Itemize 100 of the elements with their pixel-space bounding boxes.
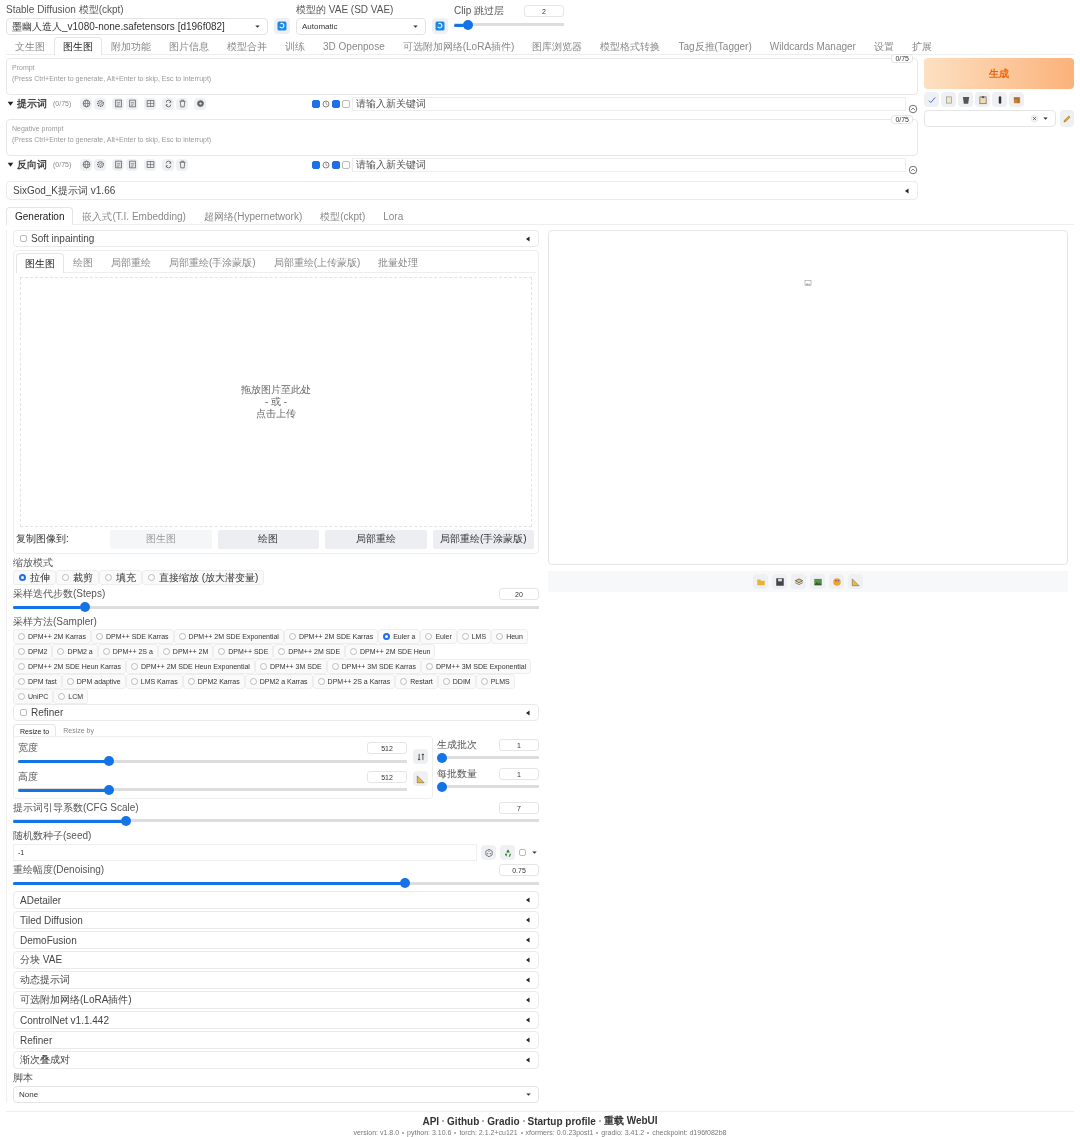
checkbox[interactable] [332,99,340,108]
caret-icon [253,22,262,31]
slider-thumb[interactable] [103,756,114,766]
accordion-header[interactable]: ControlNet v1.1.442 [13,1011,539,1029]
checkbox[interactable] [312,99,320,108]
chevron-icon [6,99,15,108]
save-icon [774,576,785,587]
icon-button[interactable] [992,92,1007,107]
copy-button[interactable]: 局部重绘 [325,529,427,549]
checkbox[interactable] [312,160,320,169]
upload-text: 拖放图片至此处 [241,384,311,396]
trash-icon [960,94,971,105]
dropdown[interactable]: Automatic [296,18,426,35]
tab[interactable]: 训练 [276,37,314,54]
icon-button[interactable] [194,97,206,110]
tab[interactable]: 3D Openpose [314,37,394,54]
slider-thumb[interactable] [80,602,91,612]
accordion-header[interactable]: Refiner [13,1031,539,1049]
tab[interactable]: Wildcards Manager [760,37,865,54]
swap-icon [415,751,426,762]
slider-thumb[interactable] [437,753,447,763]
accordion-header[interactable]: ADetailer [13,891,539,909]
slider-thumb[interactable] [103,785,114,795]
accordion-header[interactable]: SixGod_K提示词 v1.66 [6,181,918,200]
tab[interactable]: Tag反推(Tagger) [669,37,761,54]
upload-area[interactable]: 拖放图片至此处 - 或 - 点击上传 [20,277,532,527]
checkbox[interactable] [342,160,350,169]
document-icon [113,99,123,108]
slider-thumb[interactable] [463,20,473,30]
tab[interactable]: 图生图 [16,253,64,273]
accordion-header[interactable]: 分块 VAE [13,951,539,969]
tab[interactable]: 设置 [864,37,903,54]
tab[interactable]: 图片信息 [160,37,218,54]
icon-button[interactable] [772,574,787,589]
footer-link[interactable]: Startup profile [527,1115,596,1127]
checkbox[interactable] [20,709,27,716]
accordion-header[interactable]: DemoFusion [13,931,539,949]
tab[interactable]: 模型格式转换 [591,37,670,54]
accordion-header[interactable]: Refiner [13,704,539,721]
ruler-icon [415,773,426,784]
keyword-field[interactable]: 请输入新关键词 [352,96,906,111]
tab[interactable]: 模型(ckpt) [311,207,375,224]
accordion-header[interactable]: 可选附加网络(LoRA插件) [13,991,539,1009]
keyword-field[interactable]: 请输入新关键词 [352,157,906,172]
stack-icon [793,576,804,587]
tab[interactable]: 图库浏览器 [523,37,592,54]
slider-thumb[interactable] [121,816,132,826]
image-icon [804,279,812,287]
checkbox[interactable] [342,99,350,108]
tab[interactable]: 图生图 [54,37,102,55]
radio-option[interactable]: 直接缩放 (放大潜变量) [142,570,265,585]
accordion-title: ControlNet v1.1.442 [20,1014,109,1026]
pencil-icon [1062,113,1072,124]
tab[interactable]: 模型合并 [218,37,276,54]
radio-option[interactable]: 拉伸 [13,570,56,585]
checkbox[interactable] [332,160,340,169]
tab[interactable]: 局部重绘(手涂蒙版) [160,253,265,272]
tab[interactable]: 嵌入式(T.I. Embedding) [73,207,195,224]
copy-button[interactable]: 局部重绘(手涂蒙版) [432,529,534,549]
ruler-icon [850,576,861,587]
caret-icon [411,22,420,31]
icon-button[interactable] [810,574,825,589]
footer-link[interactable]: Gradio [487,1115,520,1127]
slider-thumb[interactable] [400,878,410,888]
palette-icon [831,576,842,587]
tab[interactable]: Generation [6,207,74,225]
tab[interactable]: Lora [374,207,413,224]
upload-text: 点击上传 [255,408,297,420]
tab[interactable]: 文生图 [6,37,54,54]
copy-button[interactable]: 绘图 [217,529,319,549]
tab[interactable]: 绘图 [64,253,102,272]
field-label: Stable Diffusion 模型(ckpt) [6,3,125,17]
accordion-title: DemoFusion [20,934,77,946]
accordion-header[interactable]: Tiled Diffusion [13,911,539,929]
radio-option[interactable]: 裁剪 [56,570,99,585]
tab[interactable]: 可选附加网络(LoRA插件) [393,37,524,54]
radio-option[interactable]: 填充 [99,570,142,585]
accordion-header[interactable]: 动态提示词 [13,971,539,989]
checkbox[interactable] [20,235,27,242]
footer-link[interactable]: Github [447,1115,480,1127]
footer-link[interactable]: API [422,1115,440,1127]
accordion-title: Refiner [31,707,64,718]
accordion-header[interactable]: Soft inpainting [13,230,539,247]
tab[interactable]: 附加功能 [102,37,160,54]
footer-link[interactable]: 重载 WebUI [603,1114,658,1128]
tab[interactable]: 批量处理 [369,253,428,272]
tab[interactable]: 超网络(Hypernetwork) [194,207,312,224]
tab[interactable]: 局部重绘(上传蒙版) [264,253,370,272]
document-icon [127,160,137,169]
slider-thumb[interactable] [437,782,447,792]
caret-icon [524,1090,533,1099]
dropdown[interactable]: 墨幽人造人_v1080-none.safetensors [d196f082] [6,18,268,35]
prompt-label: 反向词 [17,157,47,172]
icon-button[interactable] [958,92,973,107]
tab[interactable]: 扩展 [902,37,941,54]
accordion-header[interactable]: 渐次叠成对 [13,1051,539,1069]
tab[interactable]: 局部重绘 [102,253,160,272]
field-label: 采样方法(Sampler) [13,615,98,629]
checkbox[interactable] [519,849,526,856]
dropdown[interactable]: None [13,1086,539,1103]
